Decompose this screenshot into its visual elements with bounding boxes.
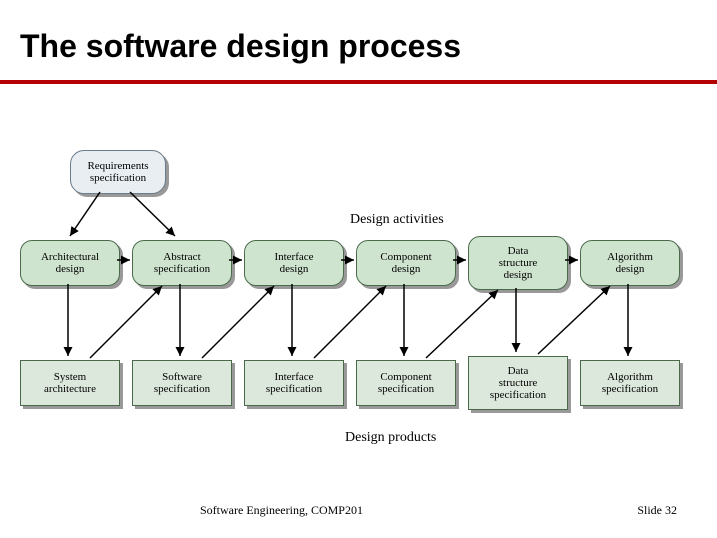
footer-course: Software Engineering, COMP201 [200, 503, 363, 518]
activity-architectural-design: Architecturaldesign [20, 240, 120, 286]
footer-slide-num: 32 [665, 503, 677, 517]
slide-title: The software design process [20, 28, 461, 65]
title-underline [0, 80, 717, 84]
input-requirements-spec: Requirementsspecification [70, 150, 166, 194]
activity-data-structure-design: Datastructuredesign [468, 236, 568, 290]
product-component-specification: Componentspecification [356, 360, 456, 406]
activity-abstract-specification: Abstractspecification [132, 240, 232, 286]
product-system-architecture: Systemarchitecture [20, 360, 120, 406]
footer-slide-number: Slide 32 [637, 503, 677, 518]
activities-label: Design activities [350, 212, 444, 228]
design-process-diagram: Design activities Design products Requir… [20, 150, 700, 460]
activity-interface-design: Interfacedesign [244, 240, 344, 286]
product-interface-specification: Interfacespecification [244, 360, 344, 406]
products-label: Design products [345, 430, 436, 446]
footer-slide-prefix: Slide [637, 503, 665, 517]
product-algorithm-specification: Algorithmspecification [580, 360, 680, 406]
product-data-structure-specification: Datastructurespecification [468, 356, 568, 410]
slide: The software design process Design activ… [0, 0, 717, 538]
activity-algorithm-design: Algorithmdesign [580, 240, 680, 286]
product-software-specification: Softwarespecification [132, 360, 232, 406]
activity-component-design: Componentdesign [356, 240, 456, 286]
diagram-arrows [20, 150, 700, 460]
